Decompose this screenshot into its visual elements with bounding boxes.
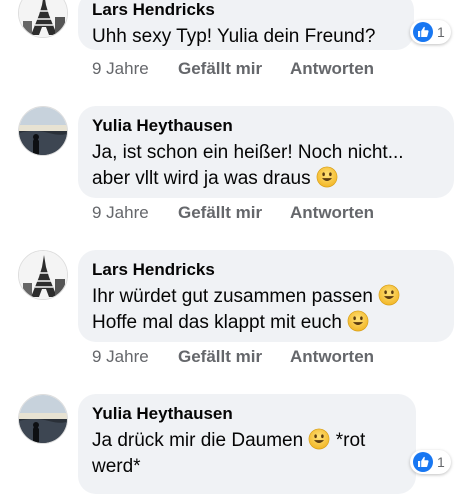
- comment-text: Ja drück mir die Daumen *rot werd*: [92, 428, 402, 480]
- like-button[interactable]: Gefällt mir: [178, 59, 290, 79]
- comment-bubble: Yulia Heythausen Ja, ist schon ein heiße…: [78, 106, 454, 198]
- comment-line-wrap: Hoffe mal das klappt mit euch: [92, 310, 440, 336]
- comment-time[interactable]: 9 Jahre: [92, 347, 178, 367]
- avatar-yulia[interactable]: [18, 394, 68, 444]
- smiley-face-icon: [316, 166, 338, 188]
- smiley-face-icon: [347, 310, 369, 332]
- like-button[interactable]: Gefällt mir: [178, 203, 290, 223]
- like-button[interactable]: Gefällt mir: [178, 347, 290, 367]
- comment-bubble: Yulia Heythausen Ja drück mir die Daumen…: [78, 394, 416, 494]
- reaction-count[interactable]: 1: [410, 450, 451, 474]
- comment-actions: 9 Jahre Gefällt mir Antworten: [92, 203, 374, 223]
- comment-line: *rot: [335, 430, 366, 451]
- smiley-face-icon: [378, 284, 400, 306]
- comment-actions: 9 Jahre Gefällt mir Antworten: [92, 59, 374, 79]
- thumbs-up-icon: [413, 452, 433, 472]
- comment-author[interactable]: Lars Hendricks: [92, 260, 440, 280]
- comment-line: Ja, ist schon ein heißer! Noch nicht...: [92, 142, 404, 163]
- avatar-yulia[interactable]: [18, 106, 68, 156]
- thumbs-up-icon: [413, 22, 433, 42]
- avatar-lars[interactable]: [18, 250, 68, 300]
- comment-time[interactable]: 9 Jahre: [92, 59, 178, 79]
- comment-text: Ja, ist schon ein heißer! Noch nicht... …: [92, 140, 440, 192]
- comment-time[interactable]: 9 Jahre: [92, 203, 178, 223]
- reaction-number: 1: [437, 24, 445, 40]
- reaction-number: 1: [437, 454, 445, 470]
- comment-line: aber vllt wird ja was draus: [92, 168, 311, 189]
- eiffel-tower-icon: [19, 0, 68, 38]
- reaction-count[interactable]: 1: [410, 20, 451, 44]
- comment-bubble: Lars Hendricks Ihr würdet gut zusammen p…: [78, 250, 454, 342]
- comment-line: Uhh sexy Typ! Yulia dein Freund?: [92, 26, 376, 47]
- comment-bubble: Lars Hendricks Uhh sexy Typ! Yulia dein …: [78, 0, 414, 50]
- comment-line-wrap: aber vllt wird ja was draus: [92, 166, 440, 192]
- comment-line: Ihr würdet gut zusammen passen: [92, 286, 373, 307]
- comment-line-wrap: Ja drück mir die Daumen *rot: [92, 428, 402, 454]
- reply-button[interactable]: Antworten: [290, 203, 374, 223]
- comment-line: Hoffe mal das klappt mit euch: [92, 312, 342, 333]
- comment-text: Uhh sexy Typ! Yulia dein Freund?: [92, 24, 400, 50]
- comment-author[interactable]: Yulia Heythausen: [92, 404, 402, 424]
- comment-author[interactable]: Yulia Heythausen: [92, 116, 440, 136]
- eiffel-tower-icon: [19, 251, 68, 300]
- comment-line: Ja drück mir die Daumen: [92, 430, 304, 451]
- comment-actions: 9 Jahre Gefällt mir Antworten: [92, 347, 374, 367]
- reply-button[interactable]: Antworten: [290, 59, 374, 79]
- sunset-person-icon: [19, 107, 68, 156]
- comment-author[interactable]: Lars Hendricks: [92, 0, 400, 20]
- avatar-lars[interactable]: [18, 0, 68, 38]
- reply-button[interactable]: Antworten: [290, 347, 374, 367]
- comment-line-wrap: Ihr würdet gut zusammen passen: [92, 284, 440, 310]
- comment-line: werd*: [92, 456, 141, 477]
- sunset-person-icon: [19, 395, 68, 444]
- smiley-face-icon: [308, 428, 330, 450]
- comment-text: Ihr würdet gut zusammen passen Hoffe mal…: [92, 284, 440, 336]
